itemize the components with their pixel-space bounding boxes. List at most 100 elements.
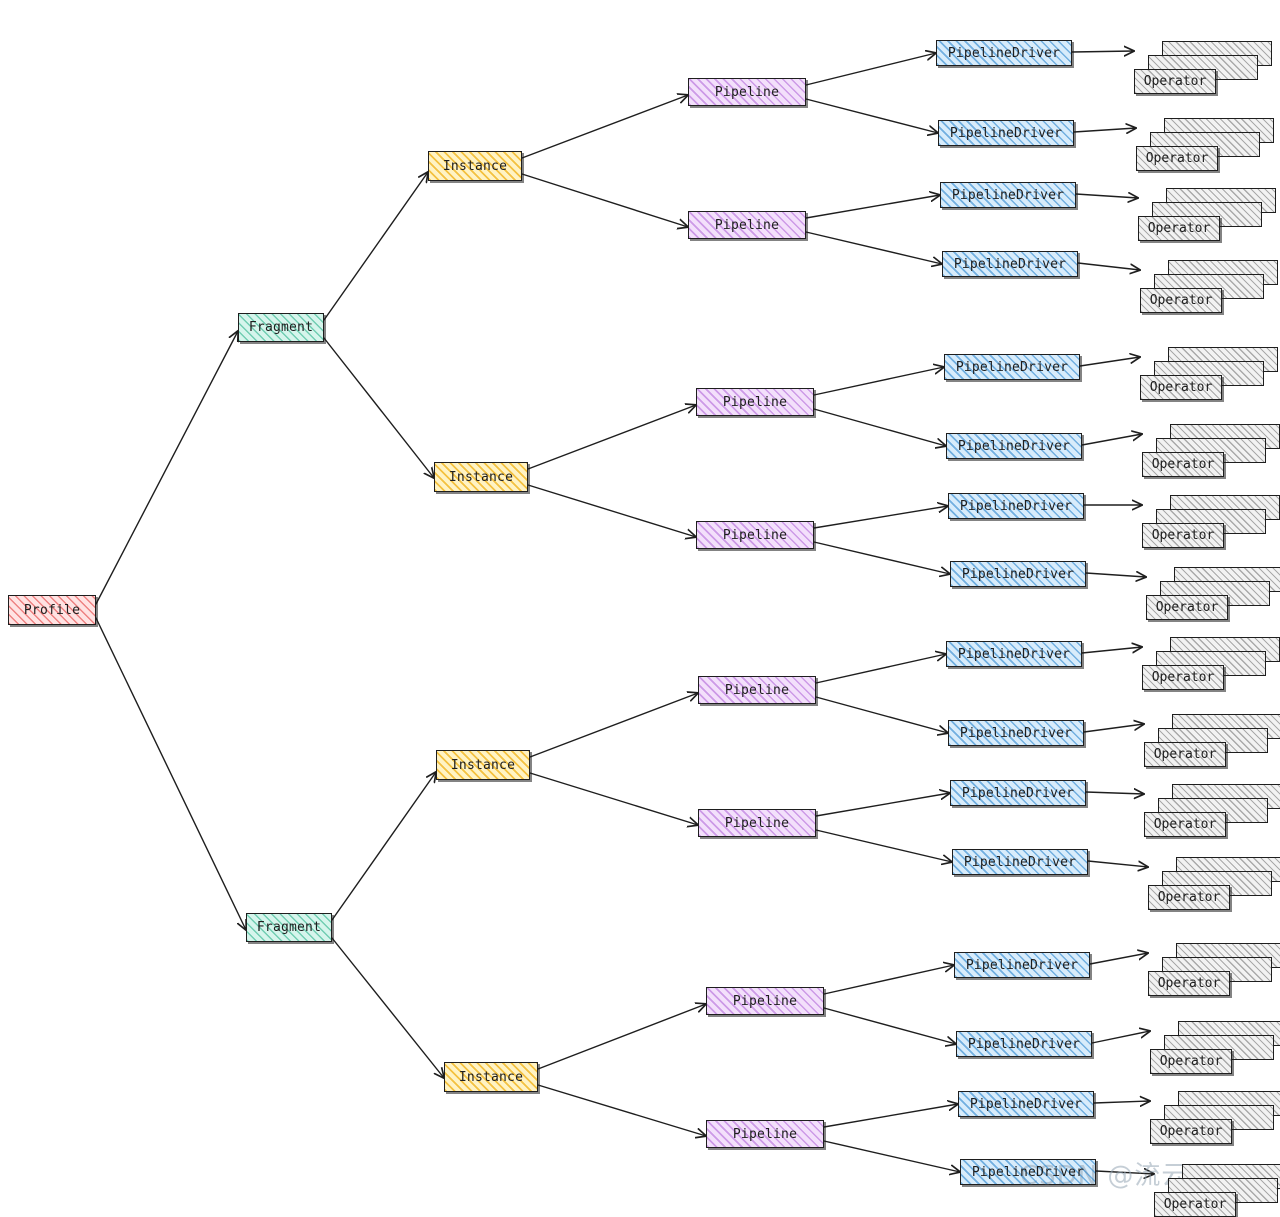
node-pipeline[interactable]: Pipeline — [688, 78, 806, 106]
node-fragment[interactable]: Fragment — [246, 913, 332, 942]
node-pipeline[interactable]: Pipeline — [696, 388, 814, 416]
node-pipeline-driver-label: PipelineDriver — [947, 45, 1061, 61]
node-pipeline-driver[interactable]: PipelineDriver — [942, 251, 1078, 277]
edge-pipelinedriver-to-operator — [1079, 357, 1140, 367]
operator-front-sheet: Operator — [1150, 1049, 1232, 1074]
node-pipeline[interactable]: Pipeline — [698, 809, 816, 837]
node-operator-label: Operator — [1151, 528, 1215, 543]
node-pipeline-driver-label: PipelineDriver — [957, 646, 1071, 662]
node-pipeline-label: Pipeline — [732, 993, 798, 1009]
edge-pipeline-to-pipelinedriver — [805, 195, 940, 219]
edge-instance-to-pipeline — [529, 772, 698, 825]
node-instance[interactable]: Instance — [428, 151, 522, 181]
node-operator-stack[interactable]: Operator — [1146, 565, 1280, 620]
node-pipeline-driver-label: PipelineDriver — [963, 854, 1077, 870]
node-pipeline[interactable]: Pipeline — [706, 987, 824, 1015]
node-fragment[interactable]: Fragment — [238, 313, 324, 342]
node-operator-stack[interactable]: Operator — [1136, 116, 1274, 171]
operator-front-sheet: Operator — [1144, 812, 1226, 837]
node-pipeline-driver-label: PipelineDriver — [959, 498, 1073, 514]
operator-front-sheet: Operator — [1154, 1192, 1236, 1217]
node-profile[interactable]: Profile — [8, 595, 96, 625]
edge-pipelinedriver-to-operator — [1081, 434, 1142, 446]
node-operator-stack[interactable]: Operator — [1148, 941, 1280, 996]
operator-front-sheet: Operator — [1146, 595, 1228, 620]
edge-pipeline-to-pipelinedriver — [805, 231, 942, 264]
node-pipeline-driver-label: PipelineDriver — [965, 957, 1079, 973]
edge-pipeline-to-pipelinedriver — [813, 506, 948, 529]
node-instance-label: Instance — [448, 469, 514, 485]
node-pipeline-driver[interactable]: PipelineDriver — [954, 952, 1090, 978]
node-pipeline-driver[interactable]: PipelineDriver — [948, 493, 1084, 519]
node-pipeline-driver[interactable]: PipelineDriver — [958, 1091, 1094, 1117]
node-pipeline-label: Pipeline — [724, 682, 790, 698]
node-operator-stack[interactable]: Operator — [1142, 635, 1280, 690]
node-pipeline-driver[interactable]: PipelineDriver — [936, 40, 1072, 66]
edge-layer — [95, 0, 1280, 1192]
edge-instance-to-pipeline — [527, 405, 696, 470]
node-pipeline-driver[interactable]: PipelineDriver — [960, 1159, 1096, 1185]
operator-front-sheet: Operator — [1150, 1119, 1232, 1144]
node-instance-label: Instance — [458, 1069, 524, 1085]
node-operator-stack[interactable]: Operator — [1142, 493, 1280, 548]
node-pipeline-driver-label: PipelineDriver — [957, 438, 1071, 454]
edge-instance-to-pipeline — [521, 95, 688, 159]
node-pipeline-driver[interactable]: PipelineDriver — [944, 354, 1080, 380]
edge-pipelinedriver-to-operator — [1083, 724, 1144, 733]
operator-front-sheet: Operator — [1148, 885, 1230, 910]
node-pipeline-driver[interactable]: PipelineDriver — [946, 641, 1082, 667]
node-operator-stack[interactable]: Operator — [1140, 345, 1278, 400]
node-operator-label: Operator — [1159, 1054, 1223, 1069]
node-operator-stack[interactable]: Operator — [1148, 855, 1280, 910]
node-instance[interactable]: Instance — [444, 1062, 538, 1092]
node-instance-label: Instance — [442, 158, 508, 174]
node-operator-label: Operator — [1157, 890, 1221, 905]
node-pipeline-driver[interactable]: PipelineDriver — [940, 182, 1076, 208]
diagram-canvas: Profile Fragment Fragment Instance Instance I… — [0, 0, 1280, 1217]
node-pipeline-driver[interactable]: PipelineDriver — [938, 120, 1074, 146]
node-operator-stack[interactable]: Operator — [1144, 712, 1280, 767]
node-operator-stack[interactable]: Operator — [1140, 258, 1278, 313]
edge-pipeline-to-pipelinedriver — [815, 793, 950, 817]
edge-fragment-to-instance — [323, 337, 434, 478]
edge-pipeline-to-pipelinedriver — [815, 829, 952, 862]
node-pipeline-driver[interactable]: PipelineDriver — [950, 780, 1086, 806]
node-pipeline-driver[interactable]: PipelineDriver — [948, 720, 1084, 746]
edge-pipelinedriver-to-operator — [1091, 1031, 1150, 1044]
node-operator-label: Operator — [1153, 747, 1217, 762]
node-instance[interactable]: Instance — [434, 462, 528, 492]
node-pipeline[interactable]: Pipeline — [706, 1120, 824, 1148]
edge-instance-to-pipeline — [537, 1004, 706, 1070]
edge-pipelinedriver-to-operator — [1081, 647, 1142, 654]
node-pipeline-driver[interactable]: PipelineDriver — [956, 1031, 1092, 1057]
node-operator-stack[interactable]: Operator — [1138, 186, 1276, 241]
operator-front-sheet: Operator — [1136, 146, 1218, 171]
node-pipeline-driver[interactable]: PipelineDriver — [950, 561, 1086, 587]
edge-pipeline-to-pipelinedriver — [813, 367, 944, 396]
edge-pipeline-to-pipelinedriver — [823, 965, 954, 995]
node-operator-label: Operator — [1153, 817, 1217, 832]
node-pipeline-driver[interactable]: PipelineDriver — [946, 433, 1082, 459]
edge-pipeline-to-pipelinedriver — [815, 696, 948, 733]
edge-pipelinedriver-to-operator — [1071, 51, 1134, 52]
node-operator-stack[interactable]: Operator — [1150, 1089, 1280, 1144]
node-operator-stack[interactable]: Operator — [1150, 1019, 1280, 1074]
edge-pipeline-to-pipelinedriver — [823, 1007, 956, 1044]
node-pipeline[interactable]: Pipeline — [696, 521, 814, 549]
node-operator-stack[interactable]: Operator — [1144, 782, 1280, 837]
operator-front-sheet: Operator — [1134, 69, 1216, 94]
node-pipeline[interactable]: Pipeline — [698, 676, 816, 704]
node-operator-label: Operator — [1151, 457, 1215, 472]
node-pipeline[interactable]: Pipeline — [688, 211, 806, 239]
node-pipeline-label: Pipeline — [722, 527, 788, 543]
edge-pipelinedriver-to-operator — [1089, 953, 1148, 965]
node-pipeline-driver[interactable]: PipelineDriver — [952, 849, 1088, 875]
node-pipeline-driver-label: PipelineDriver — [951, 187, 1065, 203]
node-operator-stack[interactable]: Operator — [1134, 39, 1272, 94]
node-pipeline-driver-label: PipelineDriver — [967, 1036, 1081, 1052]
node-instance[interactable]: Instance — [436, 750, 530, 780]
node-operator-label: Operator — [1151, 670, 1215, 685]
node-operator-stack[interactable]: Operator — [1142, 422, 1280, 477]
node-pipeline-label: Pipeline — [714, 217, 780, 233]
node-instance-label: Instance — [450, 757, 516, 773]
